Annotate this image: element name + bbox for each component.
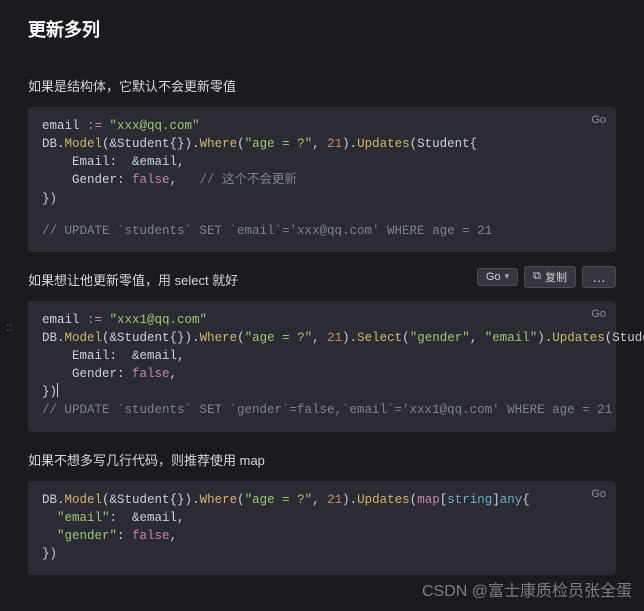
paragraph-3: 如果不想多写几行代码，则推荐使用 map (28, 450, 616, 469)
text-cursor-icon (57, 383, 58, 397)
code-block-3: Go DB.Model(&Student{}).Where("age = ?",… (28, 481, 616, 576)
code-lang-label: Go (591, 113, 606, 129)
code-lang-label: Go (591, 307, 606, 323)
more-button[interactable]: … (582, 266, 616, 288)
code-block-2[interactable]: Go email := "xxx1@qq.com" DB.Model(&Stud… (28, 301, 616, 432)
code-lang-label: Go (591, 487, 606, 503)
code-block-1: Go email := "xxx@qq.com" DB.Model(&Stude… (28, 107, 616, 252)
paragraph-1: 如果是结构体，它默认不会更新零值 (28, 76, 616, 95)
language-dropdown[interactable]: Go ▾ (477, 268, 518, 286)
copy-button[interactable]: ⧉ 复制 (524, 266, 576, 288)
chevron-down-icon: ▾ (505, 271, 510, 282)
watermark: CSDN @富士康质检员张全蛋 (422, 577, 632, 601)
copy-icon: ⧉ (533, 271, 541, 282)
language-dropdown-label: Go (486, 271, 501, 283)
more-icon: … (589, 269, 609, 285)
page-title: 更新多列 (28, 16, 616, 42)
drag-handle-icon[interactable]: :: (6, 320, 13, 334)
copy-button-label: 复制 (545, 269, 567, 285)
